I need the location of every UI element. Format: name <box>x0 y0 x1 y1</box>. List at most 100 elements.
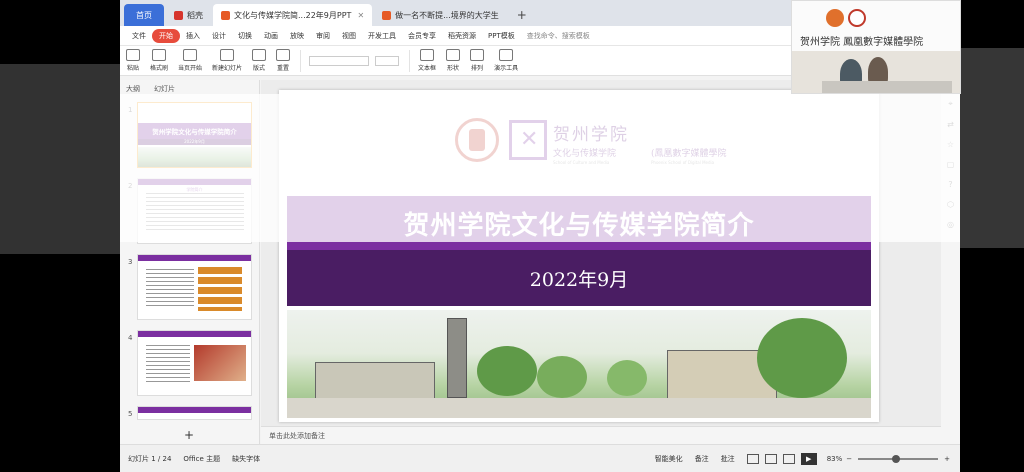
missing-font-button[interactable]: 缺失字体 <box>232 454 260 464</box>
tab-home-label: 首页 <box>136 10 152 20</box>
slide-thumbnail-panel: 大纲 幻灯片 1 贺州学院文化与传媒学院简介 2022年9月 2 学院简介 3 <box>120 80 260 444</box>
format-painter-button[interactable]: 格式刷 <box>150 49 168 72</box>
menu-insert[interactable]: 插入 <box>180 31 206 41</box>
tab-second-document[interactable]: 做一名不断提...境界的大学生 <box>374 4 507 26</box>
menu-slideshow[interactable]: 放映 <box>284 31 310 41</box>
slide-thumbnail-4[interactable] <box>137 330 252 396</box>
notes-toggle[interactable]: 备注 <box>695 454 709 464</box>
ppt-file-icon <box>382 10 392 20</box>
tab-outline[interactable]: 大纲 <box>126 84 140 94</box>
thumb-text-lines <box>146 269 194 309</box>
menu-start[interactable]: 开始 <box>152 28 180 43</box>
slide-thumbnail-5[interactable] <box>137 406 252 420</box>
star-icon[interactable]: ☆ <box>941 134 960 154</box>
arrange-button[interactable]: 排列 <box>470 49 485 72</box>
tower-sketch <box>447 318 467 398</box>
menu-view[interactable]: 视图 <box>336 31 362 41</box>
calligraphy-college-name: 文化与传媒学院 <box>553 149 617 159</box>
thumbnail-number: 1 <box>128 106 133 114</box>
arrange-label: 排列 <box>471 65 484 72</box>
new-slide-icon <box>220 49 235 61</box>
layout-label: 版式 <box>253 65 266 72</box>
tree-sketch <box>537 356 587 398</box>
comments-toggle[interactable]: 批注 <box>721 454 735 464</box>
slide-thumbnail-1[interactable]: 贺州学院文化与传媒学院简介 2022年9月 <box>137 102 252 168</box>
current-slide[interactable]: 贺州学院 文化与传媒学院 (鳳凰數字媒體學院 School of Culture… <box>279 90 879 422</box>
slide-thumbnail-3[interactable] <box>137 254 252 320</box>
building-sketch <box>315 362 435 402</box>
slide-title[interactable]: 贺州学院文化与传媒学院简介 <box>403 205 754 242</box>
add-slide-button[interactable]: + <box>184 428 194 442</box>
tab-slides[interactable]: 幻灯片 <box>154 84 175 94</box>
textbox-button[interactable]: 文本框 <box>418 49 436 72</box>
help-icon[interactable]: ? <box>941 174 960 194</box>
zoom-level[interactable]: 83% <box>827 455 843 463</box>
reset-icon <box>276 49 291 61</box>
command-search[interactable]: 查找命令、搜索模板 <box>527 31 590 41</box>
docer-icon <box>174 10 183 20</box>
play-slideshow-button[interactable]: ▶ <box>800 453 817 465</box>
webcam-overlay: 贺州学院 鳳凰數字媒體學院 <box>791 0 961 94</box>
thumb-text-lines <box>146 345 190 385</box>
location-icon[interactable]: ◎ <box>941 214 960 234</box>
phoenix-english-name: Phoenix School of Digital Media <box>651 160 715 165</box>
thumb-photo <box>194 345 246 381</box>
font-size-select[interactable] <box>375 55 400 66</box>
tree-sketch <box>757 318 847 398</box>
thumb-text-lines <box>146 193 244 233</box>
new-tab-button[interactable]: + <box>509 4 535 26</box>
ground-sketch <box>287 398 871 418</box>
tree-sketch <box>607 360 647 396</box>
thumbnail-number: 4 <box>128 334 133 342</box>
paste-icon <box>126 49 140 61</box>
thumb-title: 贺州学院文化与传媒学院简介 <box>138 123 251 139</box>
thumb-header-bar <box>138 255 251 261</box>
transform-icon[interactable]: ⇄ <box>941 114 960 134</box>
zoom-slider[interactable] <box>858 455 939 463</box>
play-from-current-button[interactable]: 当页开始 <box>178 49 202 72</box>
slide-canvas-area: 贺州学院 文化与传媒学院 (鳳凰數字媒體學院 School of Culture… <box>261 80 941 426</box>
menu-review[interactable]: 审阅 <box>310 31 336 41</box>
paste-button[interactable]: 粘贴 <box>126 49 140 72</box>
grid-view-icon[interactable] <box>764 454 777 464</box>
tab-second-label: 做一名不断提...境界的大学生 <box>395 10 499 20</box>
tab-current-document[interactable]: 文化与传媒学院简...22年9月PPT ✕ <box>213 4 373 26</box>
menu-developer[interactable]: 开发工具 <box>362 31 402 41</box>
menu-docer-resources[interactable]: 稻壳资源 <box>442 31 482 41</box>
font-family-select[interactable] <box>309 55 370 66</box>
normal-view-icon[interactable] <box>746 454 759 464</box>
shape-button[interactable]: 形状 <box>446 49 461 72</box>
notes-pane[interactable]: 单击此处添加备注 <box>261 426 941 444</box>
menu-file[interactable]: 文件 <box>126 31 152 41</box>
new-slide-button[interactable]: 新建幻灯片 <box>212 49 242 72</box>
tab-docer[interactable]: 稻壳 <box>166 4 211 26</box>
thumb-header-bar <box>138 179 251 185</box>
brush-icon <box>152 49 166 61</box>
smart-beautify-button[interactable]: 智能美化 <box>655 454 683 464</box>
tab-current-label: 文化与传媒学院简...22年9月PPT <box>234 10 352 20</box>
layout-button[interactable]: 版式 <box>252 49 267 72</box>
reset-button[interactable]: 重置 <box>276 49 291 72</box>
ribbon-separator <box>409 49 411 72</box>
slide-thumbnail-2[interactable]: 学院简介 <box>137 178 252 244</box>
play-icon <box>183 49 198 61</box>
presentation-tools-button[interactable]: 演示工具 <box>494 49 518 72</box>
format-painter-label: 格式刷 <box>150 65 169 72</box>
menu-design[interactable]: 设计 <box>206 31 232 41</box>
dark-edge-right <box>960 48 1024 248</box>
reading-view-icon[interactable] <box>782 454 795 464</box>
close-icon[interactable]: ✕ <box>357 11 364 20</box>
zoom-in-icon[interactable]: + <box>944 455 950 463</box>
share-icon[interactable]: ⬡ <box>941 194 960 214</box>
pin-icon[interactable]: ⌖ <box>941 94 960 114</box>
slides-icon[interactable]: ▢ <box>941 154 960 174</box>
tab-home[interactable]: 首页 <box>124 4 164 26</box>
menu-ppt-templates[interactable]: PPT模板 <box>482 31 521 41</box>
menu-animation[interactable]: 动画 <box>258 31 284 41</box>
slide-date[interactable]: 2022年9月 <box>530 265 628 292</box>
college-english-name: School of Culture and Media <box>553 160 610 165</box>
menu-transition[interactable]: 切换 <box>232 31 258 41</box>
menu-member[interactable]: 会员专享 <box>402 31 442 41</box>
zoom-out-icon[interactable]: − <box>846 455 852 463</box>
zoom-slider-handle[interactable] <box>892 455 901 463</box>
